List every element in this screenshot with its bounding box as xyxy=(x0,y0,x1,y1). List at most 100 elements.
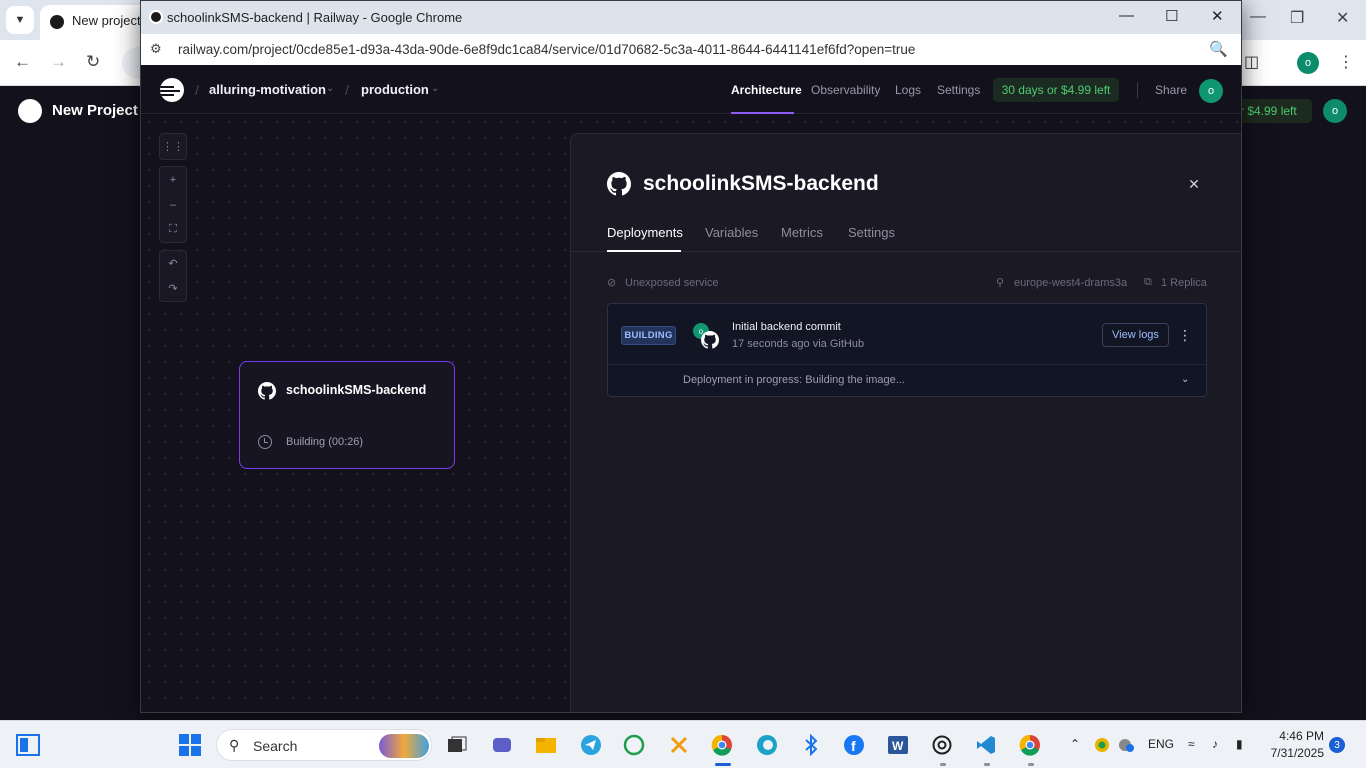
search-label: Search xyxy=(253,738,298,754)
chatgpt-icon[interactable] xyxy=(930,733,954,757)
github-icon xyxy=(607,172,631,201)
commit-message: Initial backend commit xyxy=(732,321,841,333)
chatgpt-running-indicator xyxy=(940,763,946,766)
bluetooth-icon[interactable] xyxy=(799,733,823,757)
bg-close-icon[interactable]: ✕ xyxy=(1336,8,1349,28)
chrome-profile-running-indicator xyxy=(1028,763,1034,766)
file-explorer-icon[interactable] xyxy=(534,733,558,757)
wifi-icon[interactable]: ≈ xyxy=(1188,737,1195,751)
fit-view-icon[interactable]: ⛶ xyxy=(160,217,186,242)
panel-title: schoolinkSMS-backend xyxy=(643,172,879,195)
zoom-in-icon[interactable]: + xyxy=(160,167,186,192)
background-user-avatar[interactable]: o xyxy=(1323,99,1347,123)
copy-icon: ⧉ xyxy=(1144,276,1152,288)
grid-icon[interactable]: ⋮⋮ xyxy=(160,134,186,159)
service-card-status: Building (00:26) xyxy=(286,436,364,448)
task-view-icon[interactable] xyxy=(445,733,469,757)
chrome-icon[interactable] xyxy=(710,733,734,757)
user-avatar[interactable]: o xyxy=(1199,79,1223,103)
deployment-divider xyxy=(608,364,1206,365)
active-tab-indicator xyxy=(607,250,681,252)
search-highlight-icon xyxy=(379,734,429,758)
trial-badge[interactable]: 30 days or $4.99 left xyxy=(993,78,1119,102)
word-icon[interactable]: W xyxy=(886,733,910,757)
security-tray-icon[interactable] xyxy=(1090,733,1114,757)
notification-count[interactable]: 3 xyxy=(1329,737,1345,753)
undo-icon[interactable]: ↶ xyxy=(160,251,186,276)
breadcrumb-separator: / xyxy=(195,82,199,98)
maximize-icon[interactable]: ☐ xyxy=(1165,7,1178,25)
tab-search-button[interactable]: ▼ xyxy=(6,6,34,34)
share-button[interactable]: Share xyxy=(1155,83,1187,97)
chrome-menu-icon[interactable]: ⋮ xyxy=(1338,52,1354,72)
forward-icon[interactable]: → xyxy=(50,52,67,72)
app-x-icon[interactable] xyxy=(667,733,691,757)
profile-avatar[interactable]: o xyxy=(1297,52,1319,74)
window-title: schoolinkSMS-backend | Railway - Google … xyxy=(167,10,463,25)
region-label: europe-west4-drams3a xyxy=(1014,277,1128,289)
address-bar[interactable]: ⚙ railway.com/project/0cde85e1-d93a-43da… xyxy=(141,34,1241,65)
chrome-running-indicator xyxy=(715,763,731,766)
clock-time[interactable]: 4:46 PM xyxy=(1272,729,1324,743)
service-card-name: schoolinkSMS-backend xyxy=(286,383,427,397)
tab-settings[interactable]: Settings xyxy=(848,225,895,240)
tab-metrics[interactable]: Metrics xyxy=(781,225,823,240)
widgets-icon[interactable] xyxy=(16,733,40,757)
extensions-icon[interactable]: ◫ xyxy=(1244,52,1259,72)
start-icon[interactable] xyxy=(178,733,202,757)
background-app-title: New Project xyxy=(52,102,138,119)
environment-name[interactable]: production xyxy=(361,82,429,97)
facebook-icon[interactable]: f xyxy=(842,733,866,757)
window-titlebar: schoolinkSMS-backend | Railway - Google … xyxy=(141,1,1241,34)
nav-architecture[interactable]: Architecture xyxy=(731,83,802,97)
view-logs-button[interactable]: View logs xyxy=(1102,323,1169,347)
header-divider xyxy=(1137,82,1138,98)
deploy-time: 17 seconds ago via GitHub xyxy=(732,338,865,350)
chevron-down-icon[interactable]: ⌄ xyxy=(431,83,439,94)
chrome-profile-icon[interactable] xyxy=(1018,733,1042,757)
redo-icon[interactable]: ↷ xyxy=(160,276,186,301)
service-panel: schoolinkSMS-backend ✕ Deployments Varia… xyxy=(570,133,1241,712)
telegram-icon[interactable] xyxy=(579,733,603,757)
history-controls: ↶ ↷ xyxy=(159,250,187,302)
taskbar-search[interactable]: ⚲ Search xyxy=(216,729,432,761)
nav-observability[interactable]: Observability xyxy=(811,83,880,97)
zoom-out-icon[interactable]: – xyxy=(160,192,186,217)
battery-icon[interactable]: ▮ xyxy=(1236,737,1243,751)
project-name[interactable]: alluring-motivation xyxy=(209,82,326,97)
nav-logs[interactable]: Logs xyxy=(895,83,921,97)
clock-date[interactable]: 7/31/2025 xyxy=(1266,746,1324,760)
minimize-icon[interactable]: — xyxy=(1119,7,1134,24)
chevron-down-icon[interactable]: ⌄ xyxy=(326,83,334,94)
language-indicator[interactable]: ENG xyxy=(1148,737,1174,751)
cortana-icon[interactable] xyxy=(755,733,779,757)
bg-minimize-icon[interactable]: — xyxy=(1250,8,1266,26)
location-pin-icon: ⚲ xyxy=(996,277,1005,289)
railway-logo-icon[interactable] xyxy=(160,78,184,102)
reload-icon[interactable]: ↻ xyxy=(86,52,100,72)
site-info-icon[interactable]: ⚙ xyxy=(150,41,162,57)
close-icon[interactable]: ✕ xyxy=(1185,175,1203,193)
close-window-icon[interactable]: ✕ xyxy=(1211,7,1224,25)
zoom-icon[interactable]: 🔍 xyxy=(1209,40,1228,58)
chevron-down-icon[interactable]: ⌄ xyxy=(1181,374,1189,385)
tab-variables[interactable]: Variables xyxy=(705,225,758,240)
more-options-icon[interactable]: ⋮ xyxy=(1178,326,1192,344)
clock-icon xyxy=(258,435,272,449)
whatsapp-icon[interactable] xyxy=(622,733,646,757)
nav-settings[interactable]: Settings xyxy=(937,83,980,97)
volume-icon[interactable]: ♪ xyxy=(1212,737,1218,751)
network-tray-icon[interactable] xyxy=(1114,733,1138,757)
background-tab[interactable]: New project xyxy=(40,5,150,40)
zoom-controls: + – ⛶ xyxy=(159,166,187,243)
bg-restore-icon[interactable]: ❐ xyxy=(1290,8,1304,28)
deployment-card[interactable]: BUILDING o Initial backend commit 17 sec… xyxy=(607,303,1207,397)
url-text[interactable]: railway.com/project/0cde85e1-d93a-43da-9… xyxy=(178,42,915,57)
video-call-icon[interactable] xyxy=(490,733,514,757)
tab-deployments[interactable]: Deployments xyxy=(607,225,683,240)
back-icon[interactable]: ← xyxy=(14,52,31,72)
chevron-up-icon[interactable]: ⌃ xyxy=(1070,737,1080,751)
svg-text:f: f xyxy=(851,738,856,754)
service-card[interactable]: schoolinkSMS-backend Building (00:26) xyxy=(239,361,455,469)
vscode-icon[interactable] xyxy=(974,733,998,757)
